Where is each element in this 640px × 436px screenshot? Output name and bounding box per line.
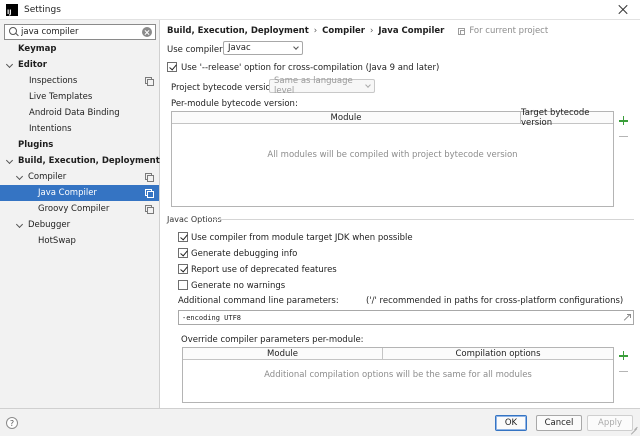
java-compiler-panel: Build, Execution, Deployment › Compiler … — [161, 20, 640, 408]
option-label-target-jdk[interactable]: Use compiler from module target JDK when… — [191, 233, 413, 243]
ok-button[interactable]: OK — [495, 415, 527, 431]
sidebar-item-label: Java Compiler — [38, 188, 97, 198]
override-params-label: Override compiler parameters per-module: — [181, 335, 364, 345]
column-header-compilation-options[interactable]: Compilation options — [383, 348, 613, 359]
sidebar-item-plugins[interactable]: Plugins — [0, 137, 159, 153]
scope-indicator: For current project — [458, 26, 548, 36]
release-option-checkbox[interactable] — [167, 62, 177, 72]
sidebar-item-inspections[interactable]: Inspections — [0, 73, 159, 89]
override-params-table[interactable]: Module Compilation options Additional co… — [182, 347, 614, 403]
chevron-down-icon[interactable] — [6, 157, 14, 165]
copy-settings-icon — [145, 189, 154, 198]
settings-search-box[interactable] — [4, 24, 156, 40]
copy-settings-icon — [145, 205, 154, 214]
project-bytecode-label: Project bytecode version: — [171, 83, 279, 93]
option-label-debugging-info[interactable]: Generate debugging info — [191, 249, 297, 259]
option-label-deprecated[interactable]: Report use of deprecated features — [191, 265, 337, 275]
breadcrumb: Build, Execution, Deployment › Compiler … — [167, 26, 548, 36]
breadcrumb-item-build[interactable]: Build, Execution, Deployment — [167, 26, 309, 36]
intellij-logo-icon: IJ — [6, 3, 18, 16]
project-bytecode-value: Same as language level — [274, 76, 353, 96]
sidebar-item-live-templates[interactable]: Live Templates — [0, 89, 159, 105]
cmd-params-value: -encoding UTF8 — [182, 313, 242, 322]
chevron-down-icon — [293, 44, 299, 50]
sidebar-item-label: HotSwap — [38, 236, 76, 246]
copy-settings-icon — [145, 173, 154, 182]
copy-settings-icon — [145, 77, 154, 86]
use-compiler-select[interactable]: Javac — [223, 41, 303, 55]
release-option-label[interactable]: Use '--release' option for cross-compila… — [181, 63, 439, 73]
option-checkbox-debugging-info[interactable] — [178, 248, 188, 258]
module-bytecode-table[interactable]: Module Target bytecode version All modul… — [171, 108, 614, 207]
apply-button[interactable]: Apply — [587, 415, 633, 431]
sidebar-item-compiler[interactable]: Compiler — [0, 169, 159, 185]
column-header-module[interactable]: Module — [172, 112, 520, 123]
sidebar-item-label: Debugger — [28, 220, 71, 230]
sidebar-item-label: Compiler — [28, 172, 67, 182]
sidebar-item-label: Groovy Compiler — [38, 204, 110, 214]
option-checkbox-target-jdk[interactable] — [178, 232, 188, 242]
sidebar-item-label: Live Templates — [29, 92, 93, 102]
breadcrumb-separator: › — [369, 26, 374, 36]
table-header: Module Target bytecode version — [172, 108, 613, 128]
sidebar-item-java-compiler[interactable]: Java Compiler — [0, 185, 159, 201]
sidebar-item-build-execution-deployment[interactable]: Build, Execution, Deployment — [0, 153, 160, 169]
sidebar-item-editor[interactable]: Editor — [0, 57, 159, 73]
clear-search-icon[interactable] — [142, 27, 152, 37]
sidebar-item-android-data-binding[interactable]: Android Data Binding — [0, 105, 159, 121]
column-header-target-bytecode[interactable]: Target bytecode version — [521, 108, 613, 128]
option-checkbox-deprecated[interactable] — [178, 264, 188, 274]
sidebar-item-label: Intentions — [29, 124, 72, 134]
dialog-footer: ? OK Cancel Apply — [0, 408, 640, 436]
cmd-params-hint: ('/' recommended in paths for cross-plat… — [366, 296, 624, 306]
sidebar-item-label: Keymap — [18, 44, 57, 54]
help-icon[interactable]: ? — [6, 417, 18, 429]
sidebar-item-label: Plugins — [18, 140, 54, 150]
cancel-button[interactable]: Cancel — [536, 415, 582, 431]
option-label-no-warnings[interactable]: Generate no warnings — [191, 281, 285, 291]
table-empty-text: Additional compilation options will be t… — [264, 370, 532, 380]
remove-icon[interactable] — [619, 367, 628, 376]
sidebar-item-hotswap[interactable]: HotSwap — [0, 233, 159, 249]
sidebar-item-label: Build, Execution, Deployment — [18, 156, 160, 166]
search-icon — [7, 25, 21, 39]
breadcrumb-separator: › — [313, 26, 318, 36]
add-icon[interactable] — [619, 116, 628, 125]
chevron-down-icon[interactable] — [16, 173, 24, 181]
expand-icon[interactable] — [623, 314, 631, 321]
project-scope-icon — [458, 27, 466, 35]
title-bar: IJ Settings — [0, 0, 640, 20]
section-divider — [213, 219, 634, 220]
settings-tree: Keymap Editor Inspections Live Templates And… — [0, 41, 160, 249]
remove-icon[interactable] — [619, 132, 628, 141]
chevron-down-icon[interactable] — [6, 61, 14, 69]
table-empty-text: All modules will be compiled with projec… — [267, 150, 518, 160]
breadcrumb-item-java-compiler: Java Compiler — [378, 26, 445, 36]
project-bytecode-select[interactable]: Same as language level — [269, 76, 375, 96]
sidebar-item-label: Android Data Binding — [29, 108, 120, 118]
sidebar-item-debugger[interactable]: Debugger — [0, 217, 159, 233]
window-title: Settings — [24, 4, 61, 15]
per-module-bytecode-label: Per-module bytecode version: — [171, 99, 298, 109]
cmd-params-input[interactable]: -encoding UTF8 — [178, 310, 634, 325]
sidebar-item-groovy-compiler[interactable]: Groovy Compiler — [0, 201, 159, 217]
sidebar-item-keymap[interactable]: Keymap — [0, 41, 159, 57]
option-checkbox-no-warnings[interactable] — [178, 280, 188, 290]
add-icon[interactable] — [619, 351, 628, 360]
sidebar-item-label: Inspections — [29, 76, 78, 86]
use-compiler-value: Javac — [228, 43, 251, 53]
close-window-icon[interactable] — [616, 3, 630, 17]
column-header-module[interactable]: Module — [183, 348, 382, 359]
settings-sidebar: Keymap Editor Inspections Live Templates And… — [0, 20, 160, 408]
use-compiler-label: Use compiler: — [167, 45, 226, 55]
scope-label: For current project — [469, 26, 549, 36]
sidebar-item-label: Editor — [18, 60, 47, 70]
resize-grip-icon[interactable] — [630, 426, 638, 434]
cmd-params-label: Additional command line parameters: — [178, 296, 339, 306]
chevron-down-icon[interactable] — [16, 221, 24, 229]
table-header: Module Compilation options — [183, 348, 613, 360]
breadcrumb-item-compiler[interactable]: Compiler — [322, 26, 365, 36]
sidebar-item-intentions[interactable]: Intentions — [0, 121, 159, 137]
settings-search-input[interactable] — [21, 27, 139, 37]
